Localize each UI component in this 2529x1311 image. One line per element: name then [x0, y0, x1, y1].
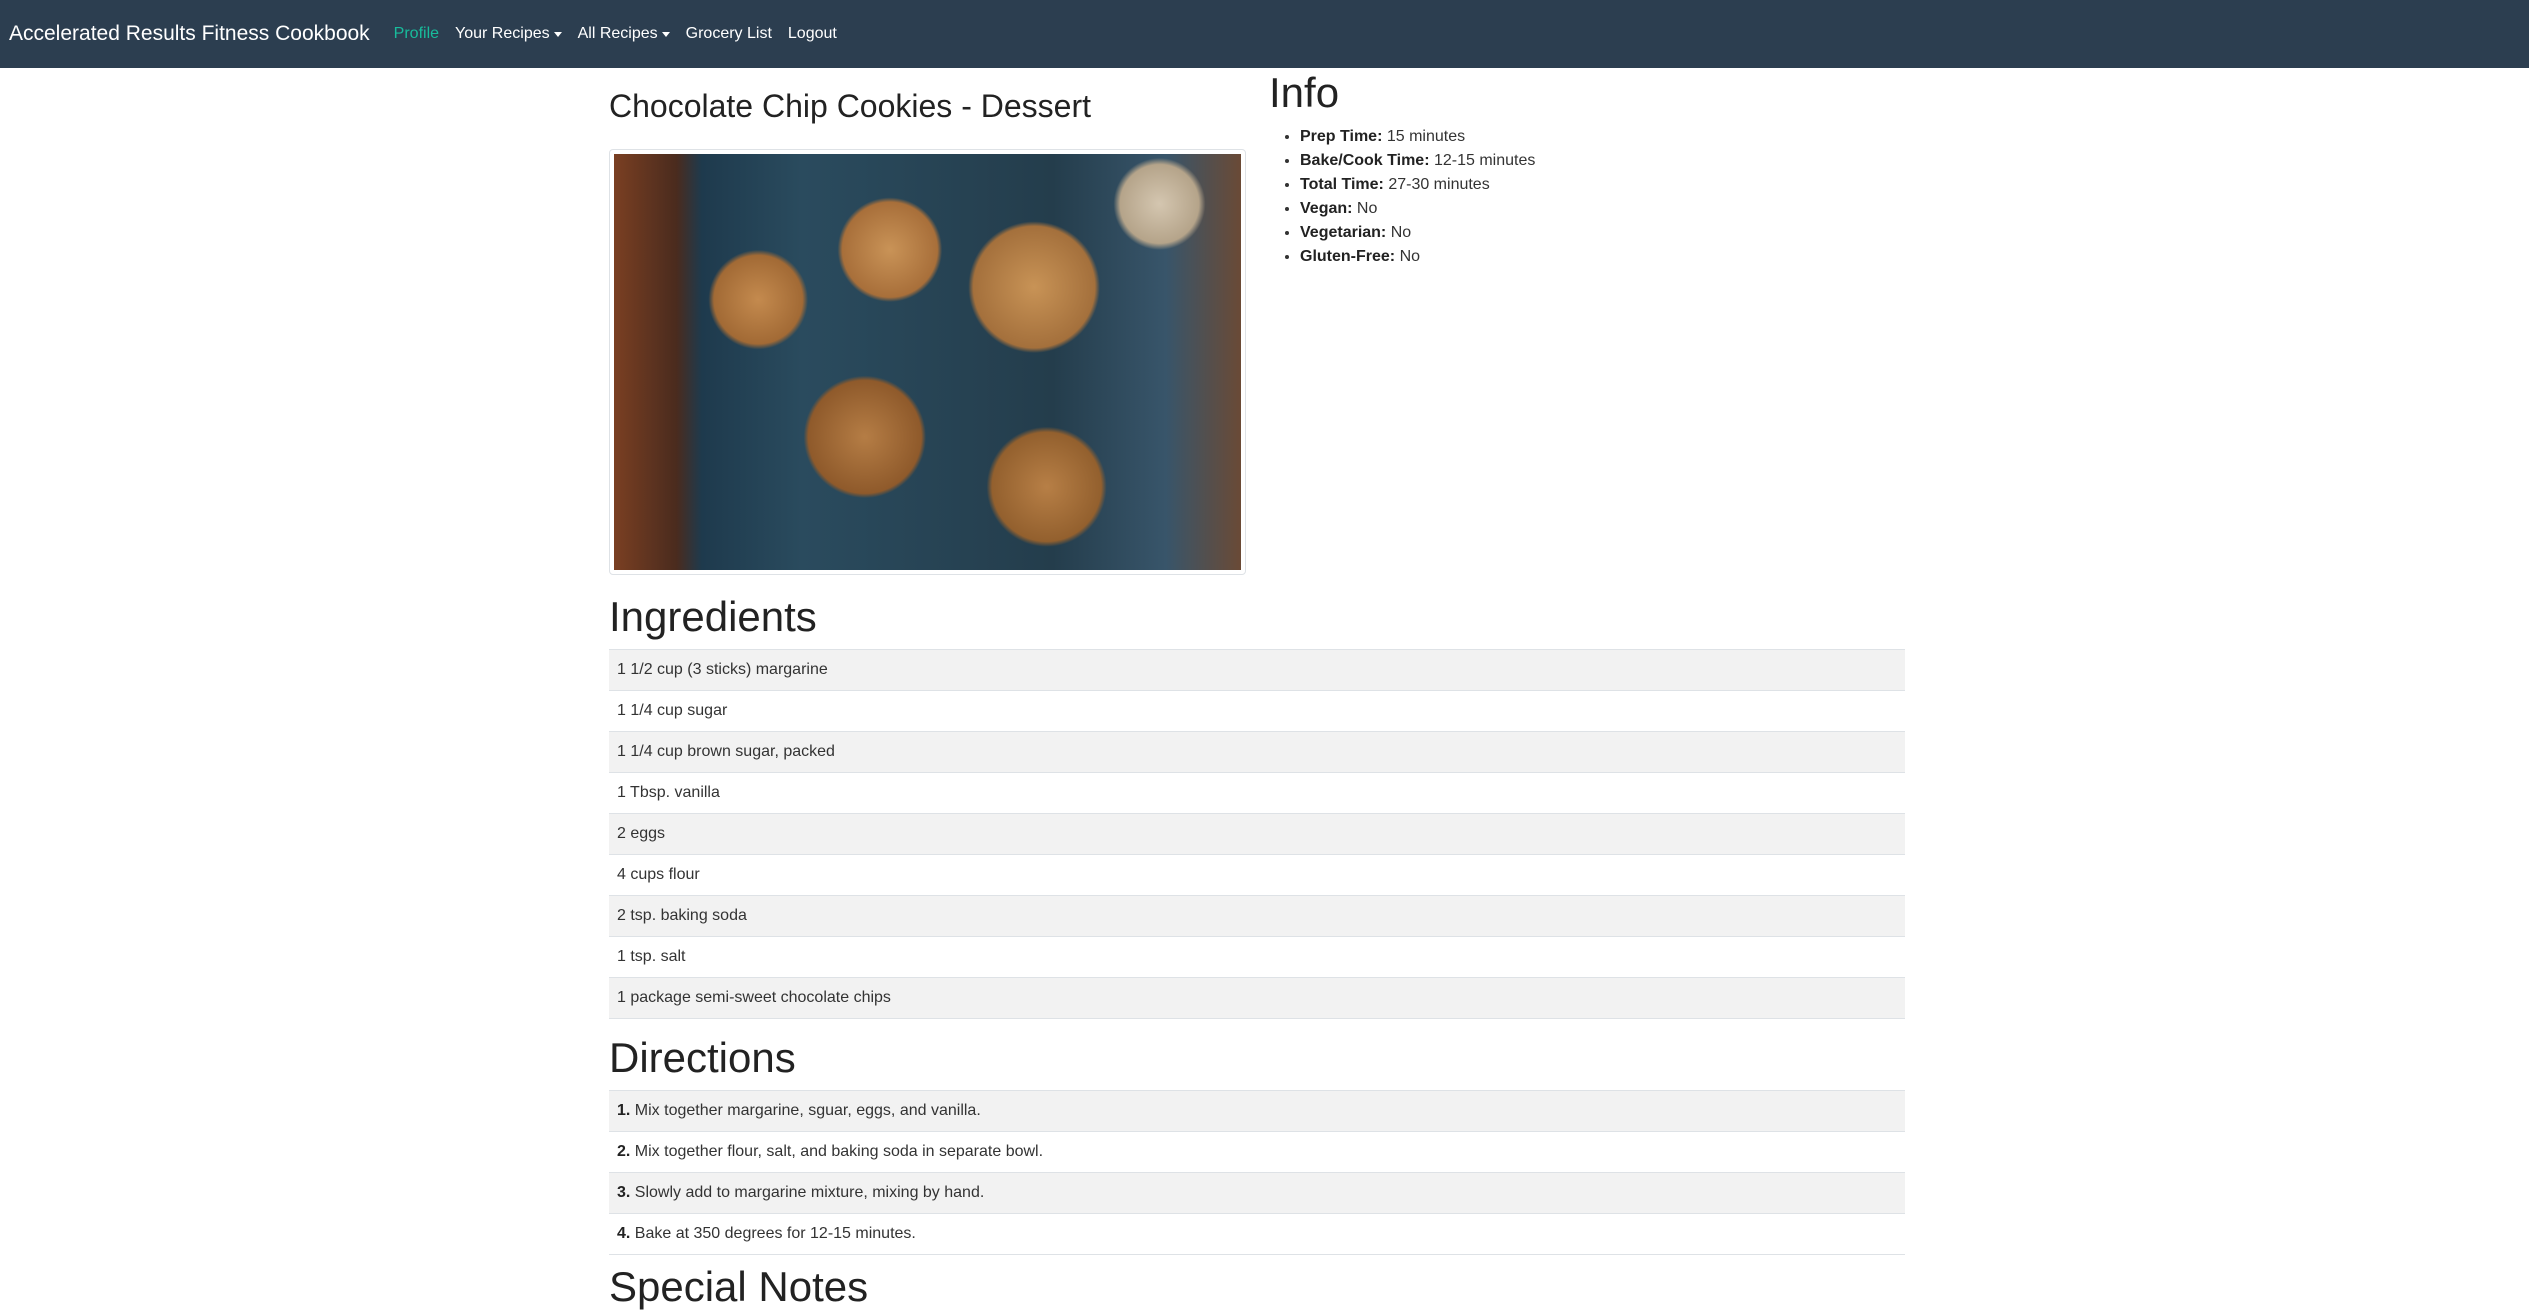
- ingredient-cell: 2 eggs: [609, 813, 1905, 855]
- info-label: Vegetarian:: [1300, 224, 1387, 241]
- nav-your-recipes-dropdown[interactable]: Your Recipes: [455, 25, 562, 43]
- table-row: 1 1/4 cup brown sugar, packed: [609, 731, 1905, 773]
- step-text: Slowly add to margarine mixture, mixing …: [634, 1184, 985, 1201]
- table-row: 1 tsp. salt: [609, 936, 1905, 978]
- recipe-title: Chocolate Chip Cookies - Dessert: [609, 88, 1091, 124]
- step-number: 2.: [617, 1143, 631, 1160]
- special-notes-heading: Special Notes: [609, 1263, 869, 1310]
- ingredient-cell: 4 cups flour: [609, 854, 1905, 896]
- nav-grocery-list-label: Grocery List: [685, 25, 772, 42]
- info-value: 27-30 minutes: [1388, 176, 1490, 193]
- ingredient-cell: 1 package semi-sweet chocolate chips: [609, 977, 1905, 1019]
- nav-profile-label: Profile: [393, 25, 440, 42]
- info-list: Prep Time: 15 minutes Bake/Cook Time: 12…: [1269, 125, 1535, 269]
- directions-table: 1. Mix together margarine, sguar, eggs, …: [609, 1090, 1905, 1255]
- table-row: 2 tsp. baking soda: [609, 895, 1905, 937]
- nav-grocery-list-link[interactable]: Grocery List: [686, 25, 772, 43]
- direction-cell: 2. Mix together flour, salt, and baking …: [609, 1131, 1905, 1173]
- step-text: Mix together margarine, sguar, eggs, and…: [634, 1102, 981, 1119]
- table-row: 1 package semi-sweet chocolate chips: [609, 977, 1905, 1019]
- ingredient-cell: 2 tsp. baking soda: [609, 895, 1905, 937]
- info-item-total-time: Total Time: 27-30 minutes: [1300, 173, 1535, 197]
- step-number: 3.: [617, 1184, 631, 1201]
- direction-cell: 4. Bake at 350 degrees for 12-15 minutes…: [609, 1213, 1905, 1255]
- top-navbar: Accelerated Results Fitness Cookbook Pro…: [0, 0, 2529, 68]
- info-heading: Info: [1269, 69, 1340, 116]
- nav-logout-label: Logout: [787, 25, 837, 42]
- info-value: No: [1399, 248, 1421, 265]
- step-text: Mix together flour, salt, and baking sod…: [634, 1143, 1044, 1160]
- nav-all-recipes-dropdown[interactable]: All Recipes: [578, 25, 670, 43]
- step-number: 4.: [617, 1225, 631, 1242]
- direction-cell: 3. Slowly add to margarine mixture, mixi…: [609, 1172, 1905, 1214]
- ingredient-cell: 1 1/2 cup (3 sticks) margarine: [609, 649, 1905, 691]
- info-label: Vegan:: [1300, 200, 1353, 217]
- ingredients-table: 1 1/2 cup (3 sticks) margarine 1 1/4 cup…: [609, 649, 1905, 1019]
- info-label: Gluten-Free:: [1300, 248, 1396, 265]
- table-row: 1 Tbsp. vanilla: [609, 772, 1905, 814]
- table-row: 1. Mix together margarine, sguar, eggs, …: [609, 1090, 1905, 1132]
- nav-your-recipes-label: Your Recipes: [455, 25, 550, 42]
- ingredient-cell: 1 tsp. salt: [609, 936, 1905, 978]
- table-row: 4. Bake at 350 degrees for 12-15 minutes…: [609, 1213, 1905, 1255]
- table-row: 1 1/2 cup (3 sticks) margarine: [609, 649, 1905, 691]
- directions-heading: Directions: [609, 1034, 796, 1081]
- info-item-prep-time: Prep Time: 15 minutes: [1300, 125, 1535, 149]
- table-row: 3. Slowly add to margarine mixture, mixi…: [609, 1172, 1905, 1214]
- ingredient-cell: 1 1/4 cup sugar: [609, 690, 1905, 732]
- table-row: 4 cups flour: [609, 854, 1905, 896]
- info-label: Total Time:: [1300, 176, 1384, 193]
- brand-link[interactable]: Accelerated Results Fitness Cookbook: [9, 22, 370, 46]
- info-item-gluten-free: Gluten-Free: No: [1300, 245, 1535, 269]
- nav-logout-link[interactable]: Logout: [788, 25, 837, 43]
- recipe-image: [609, 149, 1246, 575]
- step-text: Bake at 350 degrees for 12-15 minutes.: [634, 1225, 916, 1242]
- nav-profile-link[interactable]: Profile: [394, 25, 439, 43]
- table-row: 2 eggs: [609, 813, 1905, 855]
- info-value: No: [1390, 224, 1412, 241]
- direction-cell: 1. Mix together margarine, sguar, eggs, …: [609, 1090, 1905, 1132]
- cookies-photo: [614, 154, 1241, 570]
- table-row: 2. Mix together flour, salt, and baking …: [609, 1131, 1905, 1173]
- step-number: 1.: [617, 1102, 631, 1119]
- info-item-bake-time: Bake/Cook Time: 12-15 minutes: [1300, 149, 1535, 173]
- info-value: 15 minutes: [1386, 128, 1466, 145]
- caret-down-icon: [553, 31, 562, 37]
- table-row: 1 1/4 cup sugar: [609, 690, 1905, 732]
- info-value: No: [1356, 200, 1378, 217]
- info-item-vegetarian: Vegetarian: No: [1300, 221, 1535, 245]
- info-label: Prep Time:: [1300, 128, 1383, 145]
- info-label: Bake/Cook Time:: [1300, 152, 1430, 169]
- ingredients-heading: Ingredients: [609, 593, 817, 640]
- info-value: 12-15 minutes: [1433, 152, 1536, 169]
- ingredient-cell: 1 1/4 cup brown sugar, packed: [609, 731, 1905, 773]
- info-item-vegan: Vegan: No: [1300, 197, 1535, 221]
- caret-down-icon: [661, 31, 670, 37]
- nav-all-recipes-label: All Recipes: [577, 25, 658, 42]
- ingredient-cell: 1 Tbsp. vanilla: [609, 772, 1905, 814]
